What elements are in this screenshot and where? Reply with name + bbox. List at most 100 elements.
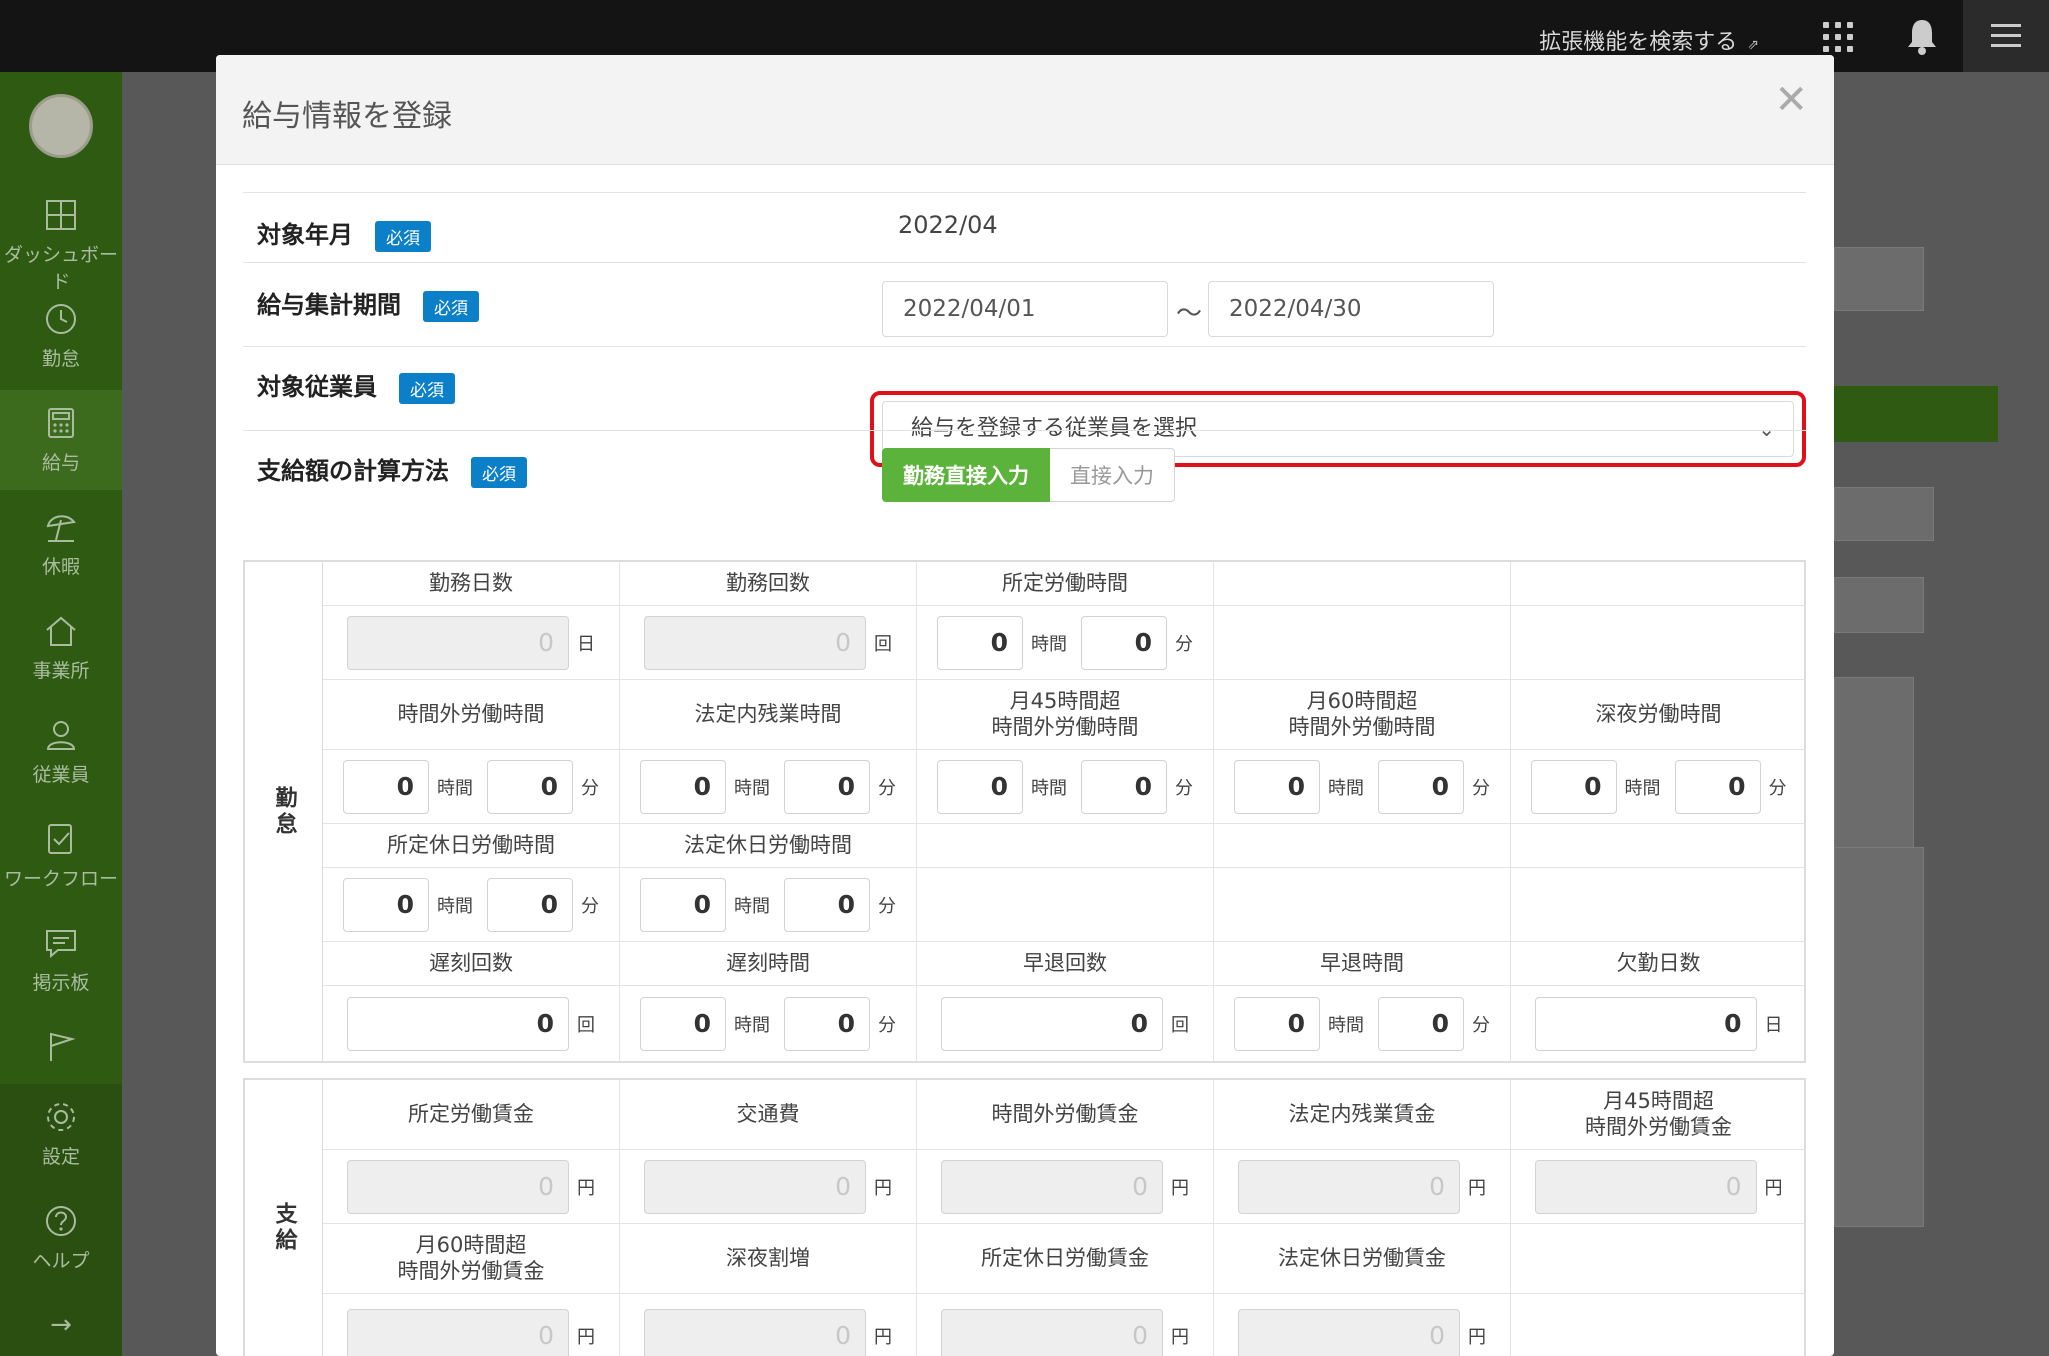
sidebar-item-employees[interactable]: 従業員	[0, 702, 122, 802]
header-over60: 月60時間超 時間外労働時間	[1214, 680, 1511, 750]
sidebar-item-workflow[interactable]: ワークフロー	[0, 806, 122, 906]
overtime-minutes-input[interactable]: 0	[487, 759, 573, 814]
hamburger-menu-button[interactable]	[1963, 0, 2049, 72]
bg-download-button	[1834, 487, 1934, 541]
label-target-month: 対象年月 必須	[257, 215, 431, 252]
calc-method-toggle: 勤務直接入力 直接入力	[882, 448, 1175, 502]
legal-holiday-wage-field: 0円	[1214, 1294, 1511, 1356]
over45-field: 0 時間 0分	[917, 750, 1214, 824]
legal-holiday-wage-input[interactable]: 0	[1238, 1309, 1460, 1356]
over60-wage-input[interactable]: 0	[347, 1309, 569, 1356]
label-employee: 対象従業員 必須	[257, 367, 455, 404]
header-legal-holiday-wage: 法定休日労働賃金	[1214, 1224, 1511, 1294]
early-hours-input[interactable]: 0	[1234, 996, 1320, 1051]
overtime-wage-input[interactable]: 0	[941, 1159, 1163, 1214]
over45-wage-input[interactable]: 0	[1534, 1159, 1757, 1214]
legal-overtime-hours-input[interactable]: 0	[640, 759, 726, 814]
bell-icon[interactable]	[1905, 16, 1939, 56]
target-month-value: 2022/04	[898, 211, 998, 239]
bg-select	[1834, 577, 1924, 633]
transport-input[interactable]: 0	[644, 1159, 866, 1214]
sidebar-item-flag[interactable]	[0, 1014, 122, 1084]
header-over60-wage: 月60時間超 時間外労働賃金	[323, 1224, 620, 1294]
workflow-icon	[48, 824, 72, 854]
late-hours-input[interactable]: 0	[640, 996, 726, 1051]
empty-cell	[917, 868, 1214, 942]
required-badge: 必須	[471, 456, 527, 488]
header-legal-holiday: 法定休日労働時間	[620, 824, 917, 868]
early-minutes-input[interactable]: 0	[1378, 996, 1464, 1051]
sidebar-item-help[interactable]: ヘルプ	[0, 1188, 122, 1288]
legal-overtime-minutes-input[interactable]: 0	[784, 759, 870, 814]
calc-method-attendance-button[interactable]: 勤務直接入力	[882, 448, 1050, 502]
work-times-input[interactable]: 0	[644, 615, 866, 670]
legal-holiday-hours-input[interactable]: 0	[640, 877, 726, 932]
work-days-field: 0日	[323, 606, 620, 680]
header-overtime: 時間外労働時間	[323, 680, 620, 750]
header-late-count: 遅刻回数	[323, 942, 620, 986]
avatar[interactable]	[29, 94, 93, 158]
empty-cell	[1511, 1224, 1806, 1294]
early-count-input[interactable]: 0	[941, 996, 1163, 1051]
late-minutes-input[interactable]: 0	[784, 996, 870, 1051]
extension-search-label: 拡張機能を検索する	[1539, 30, 1738, 55]
scheduled-holiday-minutes-input[interactable]: 0	[487, 877, 573, 932]
night-hours-input[interactable]: 0	[1530, 759, 1617, 814]
header-over45-wage: 月45時間超 時間外労働賃金	[1511, 1080, 1806, 1150]
over45-minutes-input[interactable]: 0	[1081, 759, 1167, 814]
sidebar-item-dashboard[interactable]: ダッシュボード	[0, 182, 122, 293]
late-count-input[interactable]: 0	[347, 996, 569, 1051]
overtime-hours-input[interactable]: 0	[343, 759, 429, 814]
header-empty	[1214, 562, 1511, 606]
required-badge: 必須	[423, 290, 479, 322]
label-period: 給与集計期間 必須	[257, 285, 479, 322]
period-start-input[interactable]: 2022/04/01	[882, 281, 1168, 337]
extension-search-link[interactable]: 拡張機能を検索する ⇗	[1539, 24, 1759, 56]
legal-overtime-wage-input[interactable]: 0	[1238, 1159, 1460, 1214]
row-target-month: 対象年月 必須 2022/04	[243, 192, 1806, 262]
over45-hours-input[interactable]: 0	[937, 759, 1023, 814]
work-times-field: 0回	[620, 606, 917, 680]
late-time-field: 0 時間 0分	[620, 986, 917, 1061]
transport-field: 0円	[620, 1150, 917, 1224]
scheduled-holiday-wage-field: 0円	[917, 1294, 1214, 1356]
absence-days-input[interactable]: 0	[1534, 996, 1757, 1051]
scheduled-hours-input[interactable]: 0	[937, 615, 1023, 670]
legal-overtime-field: 0 時間 0分	[620, 750, 917, 824]
night-premium-input[interactable]: 0	[644, 1309, 866, 1356]
empty-cell	[1214, 606, 1511, 680]
bg-green-button	[1834, 386, 1998, 442]
header-over45: 月45時間超 時間外労働時間	[917, 680, 1214, 750]
sidebar-item-attendance[interactable]: 勤怠	[0, 286, 122, 386]
legal-holiday-minutes-input[interactable]: 0	[784, 877, 870, 932]
night-minutes-input[interactable]: 0	[1674, 759, 1761, 814]
sidebar-item-label: 事業所	[32, 660, 90, 682]
header-scheduled-wage: 所定労働賃金	[323, 1080, 620, 1150]
scheduled-minutes-input[interactable]: 0	[1081, 615, 1167, 670]
attendance-section: 勤怠 勤務日数 勤務回数 所定労働時間 0日 0回 0 時間 0分 時間外労働時間…	[243, 560, 1806, 1063]
sidebar-item-settings[interactable]: 設定	[0, 1084, 122, 1184]
header-absence-days: 欠勤日数	[1511, 942, 1806, 986]
header-night-premium: 深夜割増	[620, 1224, 917, 1294]
overtime-field: 0 時間 0分	[323, 750, 620, 824]
apps-grid-icon[interactable]	[1823, 22, 1853, 52]
sidebar-item-office[interactable]: 事業所	[0, 598, 122, 698]
header-transport: 交通費	[620, 1080, 917, 1150]
night-premium-field: 0円	[620, 1294, 917, 1356]
sidebar-item-payroll[interactable]: 給与	[0, 390, 122, 490]
period-end-input[interactable]: 2022/04/30	[1208, 281, 1494, 337]
work-days-input[interactable]: 0	[347, 615, 569, 670]
over45-wage-field: 0円	[1511, 1150, 1806, 1224]
over60-hours-input[interactable]: 0	[1234, 759, 1320, 814]
sidebar-item-board[interactable]: 掲示板	[0, 910, 122, 1010]
over60-minutes-input[interactable]: 0	[1378, 759, 1464, 814]
header-scheduled-hours: 所定労働時間	[917, 562, 1214, 606]
scheduled-holiday-hours-input[interactable]: 0	[343, 877, 429, 932]
help-icon	[46, 1206, 76, 1236]
close-icon[interactable]: ✕	[1774, 77, 1808, 123]
scheduled-wage-input[interactable]: 0	[347, 1159, 569, 1214]
scheduled-holiday-wage-input[interactable]: 0	[941, 1309, 1163, 1356]
sidebar-expand-arrow-icon[interactable]: →	[0, 1310, 122, 1340]
calc-method-direct-button[interactable]: 直接入力	[1050, 448, 1175, 502]
sidebar-item-leave[interactable]: 休暇	[0, 494, 122, 594]
